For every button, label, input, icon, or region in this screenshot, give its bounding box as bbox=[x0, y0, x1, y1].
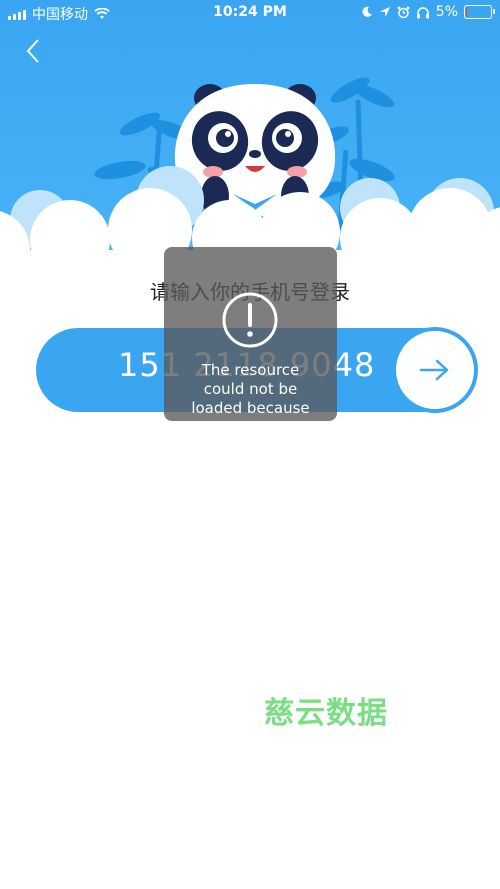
headphones-icon bbox=[416, 6, 429, 18]
error-line: The resource bbox=[201, 361, 300, 379]
battery-icon bbox=[464, 5, 495, 19]
alarm-icon bbox=[397, 6, 410, 18]
arrow-right-icon bbox=[419, 359, 449, 381]
next-button[interactable] bbox=[392, 327, 478, 413]
status-bar: 中国移动 10:24 PM 5% bbox=[0, 0, 500, 26]
battery-level bbox=[466, 7, 467, 17]
watermark-text: 慈云数据 bbox=[264, 696, 388, 731]
error-line: loaded because bbox=[191, 399, 310, 417]
battery-percent: 5% bbox=[435, 4, 458, 20]
resource-error-overlay: The resource could not be loaded because bbox=[164, 247, 337, 421]
exclamation-circle-icon bbox=[222, 292, 278, 348]
moon-icon bbox=[362, 6, 372, 17]
location-icon bbox=[379, 7, 390, 17]
error-message: The resource could not be loaded because bbox=[164, 361, 337, 418]
error-line: could not be bbox=[203, 380, 298, 398]
